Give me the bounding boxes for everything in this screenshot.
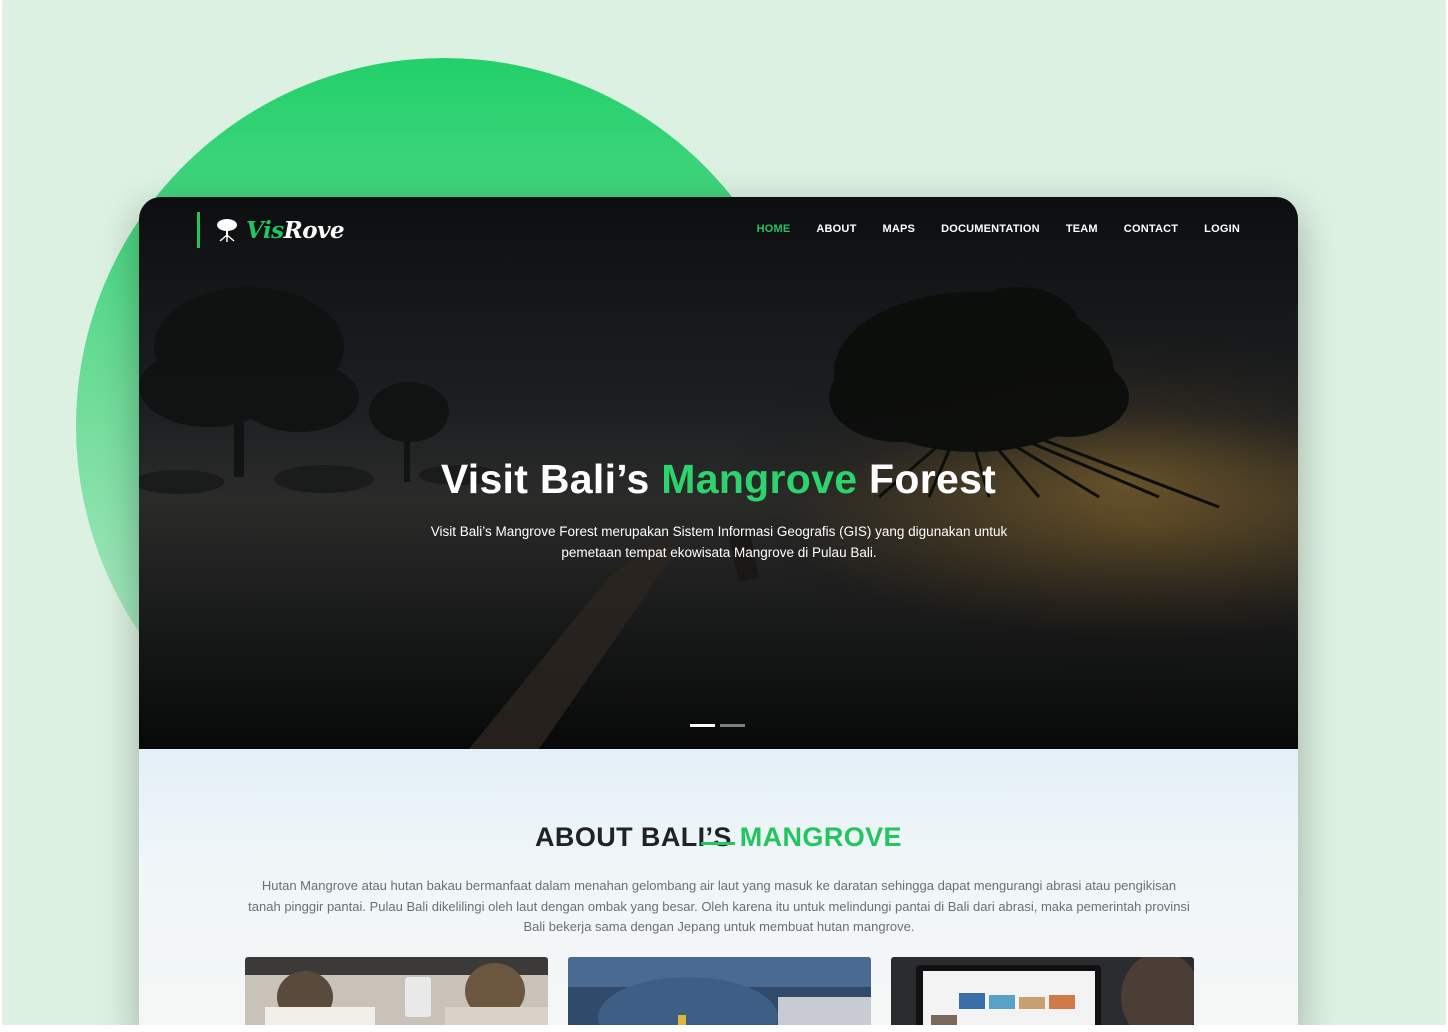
slide-indicator-2[interactable]	[720, 724, 745, 727]
nav-menu: HOME ABOUT MAPS DOCUMENTATION TEAM CONTA…	[757, 223, 1240, 235]
logo-prefix: Vis	[246, 216, 284, 244]
hero-title: Visit Bali’s Mangrove Forest	[139, 456, 1298, 503]
nav-item-about[interactable]: ABOUT	[816, 223, 856, 235]
hero-subtitle: Visit Bali’s Mangrove Forest merupakan S…	[430, 523, 1008, 560]
about-title-part1: ABOUT BALI’S	[535, 822, 740, 853]
nav-item-login[interactable]: LOGIN	[1204, 223, 1240, 235]
about-description: Hutan Mangrove atau hutan bakau bermanfa…	[248, 878, 1190, 934]
feature-card-image-2[interactable]	[568, 957, 871, 1025]
nav-item-maps[interactable]: MAPS	[882, 223, 915, 235]
site-logo[interactable]: VisRove	[197, 212, 345, 248]
title-underline	[701, 842, 735, 845]
nav-item-home[interactable]: HOME	[757, 223, 791, 235]
hero-slider: VisRove HOME ABOUT MAPS DOCUMENTATION TE…	[139, 197, 1298, 749]
hero-title-part1: Visit Bali’s	[440, 456, 662, 503]
nav-item-documentation[interactable]: DOCUMENTATION	[941, 223, 1040, 235]
slide-indicator-1[interactable]	[690, 724, 715, 727]
hero-title-highlight: Mangrove	[661, 456, 858, 503]
feature-card-image-1[interactable]	[245, 957, 548, 1025]
hero-title-part2: Forest	[857, 456, 997, 503]
nav-item-contact[interactable]: CONTACT	[1124, 223, 1178, 235]
mangrove-tree-icon	[217, 219, 237, 242]
tablet-photos-image	[891, 957, 1194, 1025]
logo-suffix: Rove	[283, 216, 345, 244]
website-preview: VisRove HOME ABOUT MAPS DOCUMENTATION TE…	[139, 197, 1298, 1025]
logo-wordmark: VisRove	[246, 216, 345, 244]
feature-card-image-3[interactable]	[891, 957, 1194, 1025]
person-with-laptop-image	[568, 957, 871, 1025]
about-title-highlight: MANGROVE	[739, 822, 902, 853]
slider-indicators	[690, 724, 745, 727]
about-section: ABOUT BALI’S MANGROVE Hutan Mangrove ata…	[139, 749, 1298, 1025]
nav-item-team[interactable]: TEAM	[1066, 223, 1098, 235]
about-title: ABOUT BALI’S MANGROVE	[139, 822, 1298, 853]
main-navigation: VisRove HOME ABOUT MAPS DOCUMENTATION TE…	[139, 197, 1298, 267]
people-with-phone-image	[245, 957, 548, 1025]
background-canvas: VisRove HOME ABOUT MAPS DOCUMENTATION TE…	[2, 0, 1446, 1025]
